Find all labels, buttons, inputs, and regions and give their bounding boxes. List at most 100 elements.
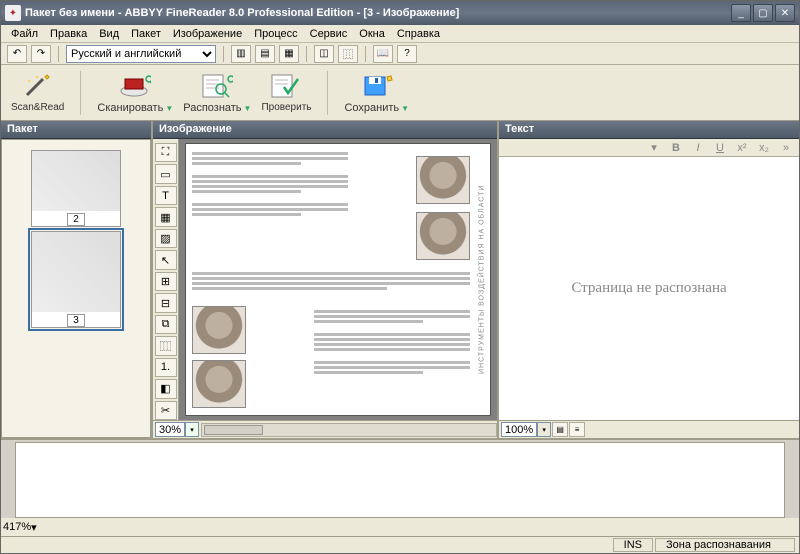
text-panel-title: Текст [499,121,799,139]
magnifier-zoom-value: 417% [3,521,31,533]
bold-icon[interactable]: B [667,141,685,155]
remove-row-icon[interactable]: ⊟ [155,293,177,312]
recognize-label: Распознать▼ [183,102,251,114]
underline-icon[interactable]: U [711,141,729,155]
thumbnail-image [32,232,120,312]
table-block-icon[interactable]: ▦ [155,207,177,226]
menu-file[interactable]: Файл [5,26,44,42]
image-hscrollbar[interactable] [201,423,497,437]
recognize-button[interactable]: Распознать▼ [183,72,251,114]
zoom-dropdown-icon[interactable]: ▾ [31,521,37,534]
separator-icon [58,46,59,62]
view-toolbar: ↶ ↷ Русский и английский ▥ ▤ ▦ ◫ ⿲ 📖 ? [1,43,799,65]
thumbnail-number: 3 [67,314,85,327]
pointer-icon[interactable]: ↖ [155,250,177,269]
subscript-icon[interactable]: x₂ [755,141,773,155]
scanner-icon [119,72,151,100]
status-zone: Зона распознавания [655,538,795,552]
window-title-bar: ✦ Пакет без имени - ABBYY FineReader 8.0… [1,1,799,25]
view-mode-icon[interactable]: ▤ [552,422,568,437]
scan-label: Сканировать▼ [97,102,173,114]
menu-help[interactable]: Справка [391,26,446,42]
recognize-icon [201,72,233,100]
menu-image[interactable]: Изображение [167,26,248,42]
text-zoom-value: 100% [501,422,537,437]
menu-windows[interactable]: Окна [353,26,391,42]
package-thumbnails: 2 3 [1,139,151,438]
numbering-icon[interactable]: 1. [155,358,177,377]
layout-icon[interactable]: ▦ [279,45,299,63]
scan-read-button[interactable]: Scan&Read [11,72,64,113]
workspace: Пакет 2 3 Изображение ⛶ ▭ T ▦ ▨ ↖ ⊞ ⊟ [1,121,799,438]
package-panel-title: Пакет [1,121,151,139]
layout-icon[interactable]: ▤ [255,45,275,63]
menu-bar: Файл Правка Вид Пакет Изображение Процес… [1,25,799,43]
merge-icon[interactable]: ⧉ [155,315,177,334]
magnifier-panel: 417% ▾ [1,438,799,536]
add-row-icon[interactable]: ⊞ [155,272,177,291]
crop-icon[interactable]: ⛶ [155,143,177,162]
scan-button[interactable]: Сканировать▼ [97,72,173,114]
scan-read-label: Scan&Read [11,102,64,113]
separator-icon [223,46,224,62]
save-button[interactable]: Сохранить▼ [344,72,409,114]
page-image: ИНСТРУМЕНТЫ ВОЗДЕЙСТВИЯ НА ОБЛАСТИ [185,143,491,416]
menu-edit[interactable]: Правка [44,26,93,42]
split-icon[interactable]: ⿲ [155,336,177,355]
text-body: Страница не распознана [499,157,799,420]
app-icon: ✦ [5,5,21,21]
menu-view[interactable]: Вид [93,26,125,42]
layout-icon[interactable]: ▥ [231,45,251,63]
image-block-icon[interactable]: ▨ [155,229,177,248]
check-button[interactable]: Проверить [261,72,311,113]
status-ins: INS [613,538,653,552]
separator-icon [365,46,366,62]
panel-toggle-icon[interactable]: ⿲ [338,45,358,63]
zoom-dropdown-icon[interactable]: ▾ [537,422,551,437]
close-button[interactable]: ✕ [775,4,795,22]
eraser-icon[interactable]: ◧ [155,379,177,398]
maximize-button[interactable]: ▢ [753,4,773,22]
redo-icon[interactable]: ↷ [31,45,51,63]
thumbnail-image [32,151,120,211]
zoom-dropdown-icon[interactable]: ▾ [185,422,199,437]
page-thumbnail[interactable]: 3 [31,231,121,328]
status-bar: INS Зона распознавания [1,536,799,553]
block-icon[interactable]: ▭ [155,164,177,183]
italic-icon[interactable]: I [689,141,707,155]
image-canvas[interactable]: ИНСТРУМЕНТЫ ВОЗДЕЙСТВИЯ НА ОБЛАСТИ [179,139,497,420]
check-icon [270,72,302,100]
text-zoom-bar: 100% ▾ ▤ ≡ [499,420,799,438]
image-panel: Изображение ⛶ ▭ T ▦ ▨ ↖ ⊞ ⊟ ⧉ ⿲ 1. ◧ ✂ И… [151,121,499,438]
not-recognized-message: Страница не распознана [571,280,726,297]
minimize-button[interactable]: _ [731,4,751,22]
image-zoom-value: 30% [155,422,185,437]
dropdown-icon[interactable]: ▾ [645,141,663,155]
magnifier-canvas[interactable] [15,442,785,518]
menu-process[interactable]: Процесс [248,26,303,42]
menu-batch[interactable]: Пакет [125,26,167,42]
image-tool-palette: ⛶ ▭ T ▦ ▨ ↖ ⊞ ⊟ ⧉ ⿲ 1. ◧ ✂ [153,139,179,420]
thumbnail-number: 2 [67,213,85,226]
page-thumbnail[interactable]: 2 [31,150,121,227]
menu-service[interactable]: Сервис [304,26,354,42]
text-block-icon[interactable]: T [155,186,177,205]
panel-toggle-icon[interactable]: ◫ [314,45,334,63]
help-icon[interactable]: ? [397,45,417,63]
language-select[interactable]: Русский и английский [66,45,216,63]
dictionary-icon[interactable]: 📖 [373,45,393,63]
separator-icon [80,71,81,115]
image-zoom-bar: 30% ▾ [153,420,497,438]
wand-icon [22,72,54,100]
view-mode-icon[interactable]: ≡ [569,422,585,437]
image-panel-title: Изображение [153,121,497,139]
more-icon[interactable]: » [777,141,795,155]
undo-icon[interactable]: ↶ [7,45,27,63]
save-icon [361,72,393,100]
save-label: Сохранить▼ [344,102,409,114]
crop-tool-icon[interactable]: ✂ [155,401,177,420]
separator-icon [306,46,307,62]
separator-icon [327,71,328,115]
main-toolbar: Scan&Read Сканировать▼ Распознать▼ Прове… [1,65,799,121]
superscript-icon[interactable]: x² [733,141,751,155]
